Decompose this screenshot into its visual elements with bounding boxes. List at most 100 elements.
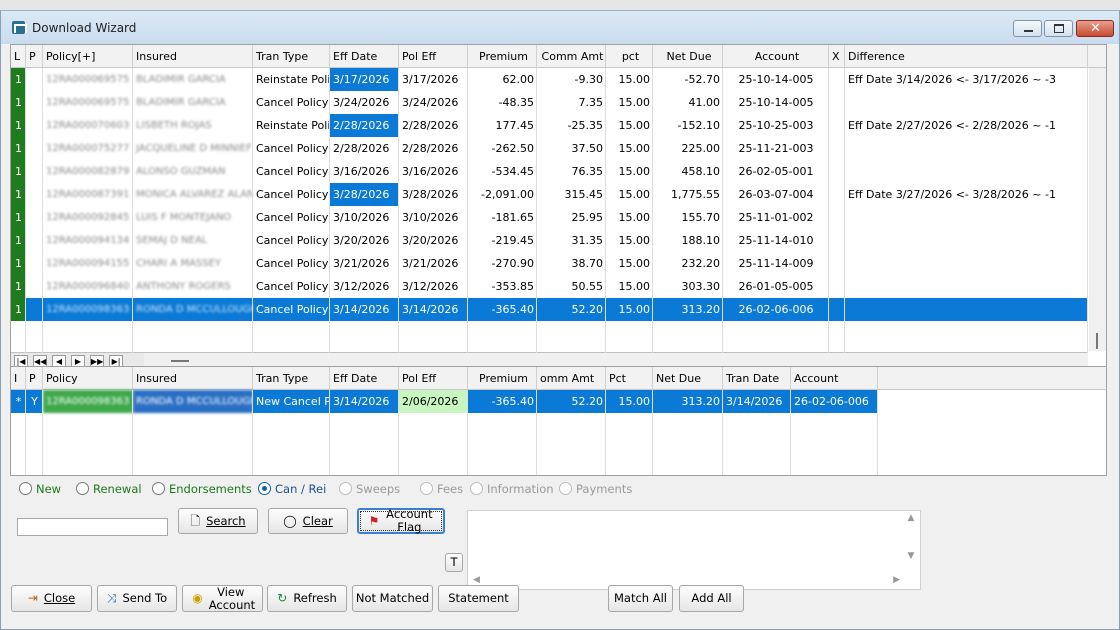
table-row[interactable]: 1 12RA000094155 CHARI A MASSEY Cancel Polic… — [11, 252, 1088, 275]
column-header-premium[interactable]: Premium — [468, 367, 537, 390]
cell-pol-eff[interactable]: 2/28/2026 — [399, 114, 468, 137]
cell-net-due[interactable]: 313.20 — [653, 390, 723, 413]
column-header-eff-date[interactable]: Eff Date — [330, 367, 399, 390]
cell-policy[interactable]: 12RA000096840 — [43, 275, 133, 298]
cell-pol-eff[interactable]: 3/10/2026 — [399, 206, 468, 229]
cell-policy[interactable]: 12RA000094134 — [43, 229, 133, 252]
cell-difference[interactable] — [845, 229, 1088, 252]
cell-policy[interactable]: 12RA000069575 — [43, 68, 133, 91]
cell-pct[interactable]: 15.00 — [606, 206, 653, 229]
cell-account[interactable]: 25-11-21-003 — [723, 137, 829, 160]
vertical-scrollbar[interactable] — [1089, 68, 1106, 351]
column-header-pol-eff[interactable]: Pol Eff — [399, 367, 468, 390]
column-header-pct[interactable]: Pct — [606, 367, 653, 390]
cell-account[interactable]: 25-11-14-009 — [723, 252, 829, 275]
cell-account[interactable]: 25-10-14-005 — [723, 68, 829, 91]
cell-net-due[interactable]: -152.10 — [653, 114, 723, 137]
cell-eff-date[interactable]: 3/21/2026 — [330, 252, 399, 275]
cell-p[interactable] — [26, 137, 43, 160]
cell-p[interactable] — [26, 68, 43, 91]
maximize-button[interactable] — [1044, 20, 1073, 37]
column-header-policy[interactable]: Policy[+] — [43, 45, 133, 68]
cell-net-due[interactable]: -52.70 — [653, 68, 723, 91]
cell-comm[interactable]: 38.70 — [537, 252, 606, 275]
table-row[interactable]: 1 12RA000094134 SEMAJ D NEAL Cancel Policy 3… — [11, 229, 1088, 252]
table-row[interactable]: 1 12RA000098363 RONDA D MCCULLOUGH Cancel P… — [11, 298, 1088, 321]
table-row[interactable]: 1 12RA000069575 BLADIMIR GARCIA Cancel Poli… — [11, 91, 1088, 114]
cell-comm[interactable]: 52.20 — [537, 298, 606, 321]
cell-pct[interactable]: 15.00 — [606, 183, 653, 206]
filter-radio-sweeps[interactable]: Sweeps — [339, 481, 400, 499]
cell-policy[interactable]: 12RA000087391 — [43, 183, 133, 206]
column-header-tran-date[interactable]: Tran Date — [723, 367, 791, 390]
table-row[interactable]: 1 12RA000096840 ANTHONY ROGERS Cancel Polic… — [11, 275, 1088, 298]
cell-eff-date[interactable]: 3/10/2026 — [330, 206, 399, 229]
filter-radio-payments[interactable]: Payments — [559, 481, 632, 499]
cell-l[interactable]: 1 — [11, 68, 26, 91]
cell-policy[interactable]: 12RA000098363 — [43, 298, 133, 321]
cell-comm[interactable]: 7.35 — [537, 91, 606, 114]
filter-radio-endorsements[interactable]: Endorsements — [152, 481, 252, 499]
cell-insured[interactable]: RONDA D MCCULLOUGH — [133, 390, 253, 413]
filter-radio-fees[interactable]: Fees — [420, 481, 463, 499]
cell-x[interactable] — [829, 229, 845, 252]
cell-pct[interactable]: 15.00 — [606, 137, 653, 160]
cell-tran-type[interactable]: Reinstate Policy — [253, 68, 330, 91]
search-button[interactable]: 🗋 Search — [178, 508, 258, 534]
cell-net-due[interactable]: 41.00 — [653, 91, 723, 114]
table-row[interactable]: 1 12RA000075277 JACQUELINE D MINNIEF Cancel… — [11, 137, 1088, 160]
cell-net-due[interactable]: 188.10 — [653, 229, 723, 252]
cell-policy[interactable]: 12RA000092845 — [43, 206, 133, 229]
column-header-insured[interactable]: Insured — [133, 45, 253, 68]
cell-insured[interactable]: ALONSO GUZMAN — [133, 160, 253, 183]
cell-net-due[interactable]: 303.30 — [653, 275, 723, 298]
cell-difference[interactable] — [845, 206, 1088, 229]
column-header-p[interactable]: P — [26, 45, 43, 68]
cell-p[interactable] — [26, 160, 43, 183]
cell-l[interactable]: 1 — [11, 91, 26, 114]
cell-tran-type[interactable]: Cancel Policy — [253, 137, 330, 160]
close-button[interactable]: ⇥ Close — [11, 585, 92, 612]
cell-l[interactable]: 1 — [11, 252, 26, 275]
cell-tran-date[interactable]: 3/14/2026 — [723, 390, 791, 413]
cell-p[interactable]: Y — [26, 390, 43, 413]
table-row[interactable]: 1 12RA000070603 LISBETH ROJAS Reinstate Pol… — [11, 114, 1088, 137]
cell-comm[interactable]: 50.55 — [537, 275, 606, 298]
column-header-account[interactable]: Account — [791, 367, 878, 390]
column-header-x[interactable]: X — [829, 45, 845, 68]
column-header-comm[interactable]: omm Amt — [537, 367, 606, 390]
cell-pct[interactable]: 15.00 — [606, 252, 653, 275]
column-header-account[interactable]: Account — [723, 45, 829, 68]
cell-tran-type[interactable]: Cancel Policy — [253, 91, 330, 114]
cell-pol-eff[interactable]: 3/12/2026 — [399, 275, 468, 298]
cell-tran-type[interactable]: Cancel Policy — [253, 160, 330, 183]
cell-comm[interactable]: 31.35 — [537, 229, 606, 252]
cell-eff-date[interactable]: 3/24/2026 — [330, 91, 399, 114]
minimize-button[interactable] — [1013, 20, 1042, 37]
cell-p[interactable] — [26, 114, 43, 137]
cell-x[interactable] — [829, 68, 845, 91]
column-header-pol-eff[interactable]: Pol Eff — [399, 45, 468, 68]
search-input[interactable] — [17, 518, 168, 536]
view-account-button[interactable]: ◉ View Account — [182, 585, 263, 612]
cell-pct[interactable]: 15.00 — [606, 114, 653, 137]
cell-difference[interactable]: Eff Date 3/27/2026 <- 3/28/2026 ~ -1 — [845, 183, 1088, 206]
cell-premium[interactable]: -534.45 — [468, 160, 537, 183]
memo-vertical-scrollbar[interactable]: ▲ ▼ — [902, 511, 920, 575]
t-button[interactable]: T — [445, 553, 463, 572]
cell-account[interactable]: 26-03-07-004 — [723, 183, 829, 206]
cell-eff-date[interactable]: 3/20/2026 — [330, 229, 399, 252]
cell-net-due[interactable]: 232.20 — [653, 252, 723, 275]
column-header-net-due[interactable]: Net Due — [653, 367, 723, 390]
cell-account[interactable]: 25-11-14-010 — [723, 229, 829, 252]
cell-premium[interactable]: -48.35 — [468, 91, 537, 114]
column-header-tran-type[interactable]: Tran Type — [253, 367, 330, 390]
cell-x[interactable] — [829, 298, 845, 321]
filter-radio-renewal[interactable]: Renewal — [76, 481, 142, 499]
cell-eff-date[interactable]: 2/28/2026 — [330, 114, 399, 137]
cell-pol-eff[interactable]: 3/17/2026 — [399, 68, 468, 91]
cell-pct[interactable]: 15.00 — [606, 91, 653, 114]
cell-comm[interactable]: -25.35 — [537, 114, 606, 137]
cell-account[interactable]: 26-02-05-001 — [723, 160, 829, 183]
cell-x[interactable] — [829, 137, 845, 160]
